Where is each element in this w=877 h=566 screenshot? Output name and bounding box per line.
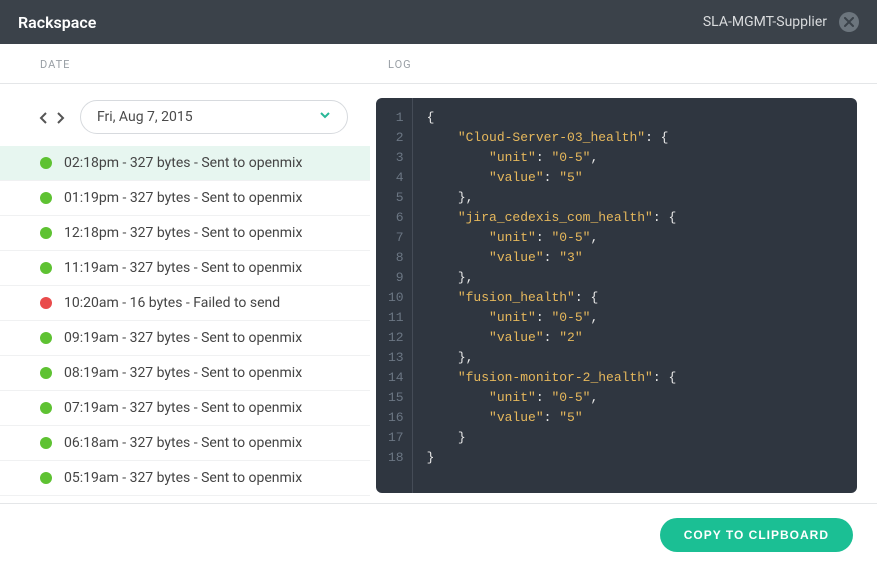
list-item[interactable]: 09:19am - 327 bytes - Sent to openmix — [0, 321, 370, 356]
status-ok-icon — [40, 227, 52, 239]
header-subtitle: SLA-MGMT-Supplier — [703, 14, 827, 30]
log-item-text: 10:20am - 16 bytes - Failed to send — [64, 295, 280, 311]
log-item-text: 12:18pm - 327 bytes - Sent to openmix — [64, 225, 302, 241]
page-title: Rackspace — [18, 13, 96, 32]
log-list: 02:18pm - 327 bytes - Sent to openmix 01:… — [0, 146, 370, 503]
status-error-icon — [40, 297, 52, 309]
code-content[interactable]: { "Cloud-Server-03_health": { "unit": "0… — [413, 98, 691, 493]
prev-day-icon[interactable] — [38, 110, 52, 124]
list-item[interactable]: 01:19pm - 327 bytes - Sent to openmix — [0, 181, 370, 216]
list-item[interactable]: 08:19am - 327 bytes - Sent to openmix — [0, 356, 370, 391]
date-column-header: DATE — [0, 44, 370, 84]
date-picker-value: Fri, Aug 7, 2015 — [97, 109, 193, 125]
status-ok-icon — [40, 192, 52, 204]
status-ok-icon — [40, 157, 52, 169]
line-number-gutter: 123456789101112131415161718 — [376, 98, 413, 493]
close-icon[interactable] — [839, 12, 859, 32]
log-item-text: 11:19am - 327 bytes - Sent to openmix — [64, 260, 302, 276]
list-item[interactable]: 07:19am - 327 bytes - Sent to openmix — [0, 391, 370, 426]
log-column: LOG 123456789101112131415161718 { "Cloud… — [370, 44, 877, 503]
log-item-text: 08:19am - 327 bytes - Sent to openmix — [64, 365, 302, 381]
header-bar: Rackspace SLA-MGMT-Supplier — [0, 0, 877, 44]
log-item-text: 06:18am - 327 bytes - Sent to openmix — [64, 435, 302, 451]
log-item-text: 09:19am - 327 bytes - Sent to openmix — [64, 330, 302, 346]
status-ok-icon — [40, 402, 52, 414]
code-viewer: 123456789101112131415161718 { "Cloud-Ser… — [376, 98, 857, 493]
status-ok-icon — [40, 367, 52, 379]
list-item[interactable]: 02:18pm - 327 bytes - Sent to openmix — [0, 146, 370, 181]
status-ok-icon — [40, 332, 52, 344]
log-item-text: 05:19am - 327 bytes - Sent to openmix — [64, 470, 302, 486]
list-item[interactable]: 05:19am - 327 bytes - Sent to openmix — [0, 461, 370, 496]
log-item-text: 01:19pm - 327 bytes - Sent to openmix — [64, 190, 302, 206]
status-ok-icon — [40, 262, 52, 274]
list-item[interactable]: 10:20am - 16 bytes - Failed to send — [0, 286, 370, 321]
log-item-text: 07:19am - 327 bytes - Sent to openmix — [64, 400, 302, 416]
footer: COPY TO CLIPBOARD — [0, 503, 877, 566]
list-item[interactable]: 06:18am - 327 bytes - Sent to openmix — [0, 426, 370, 461]
log-item-text: 02:18pm - 327 bytes - Sent to openmix — [64, 155, 302, 171]
log-column-header: LOG — [370, 44, 877, 84]
copy-to-clipboard-button[interactable]: COPY TO CLIPBOARD — [660, 518, 853, 552]
next-day-icon[interactable] — [54, 110, 68, 124]
date-picker[interactable]: Fri, Aug 7, 2015 — [80, 100, 348, 134]
list-item[interactable]: 11:19am - 327 bytes - Sent to openmix — [0, 251, 370, 286]
chevron-down-icon — [319, 109, 331, 125]
list-item[interactable]: 12:18pm - 327 bytes - Sent to openmix — [0, 216, 370, 251]
status-ok-icon — [40, 437, 52, 449]
date-column: DATE Fri, Aug 7, 2015 02:18pm - 327 byte… — [0, 44, 370, 503]
status-ok-icon — [40, 472, 52, 484]
